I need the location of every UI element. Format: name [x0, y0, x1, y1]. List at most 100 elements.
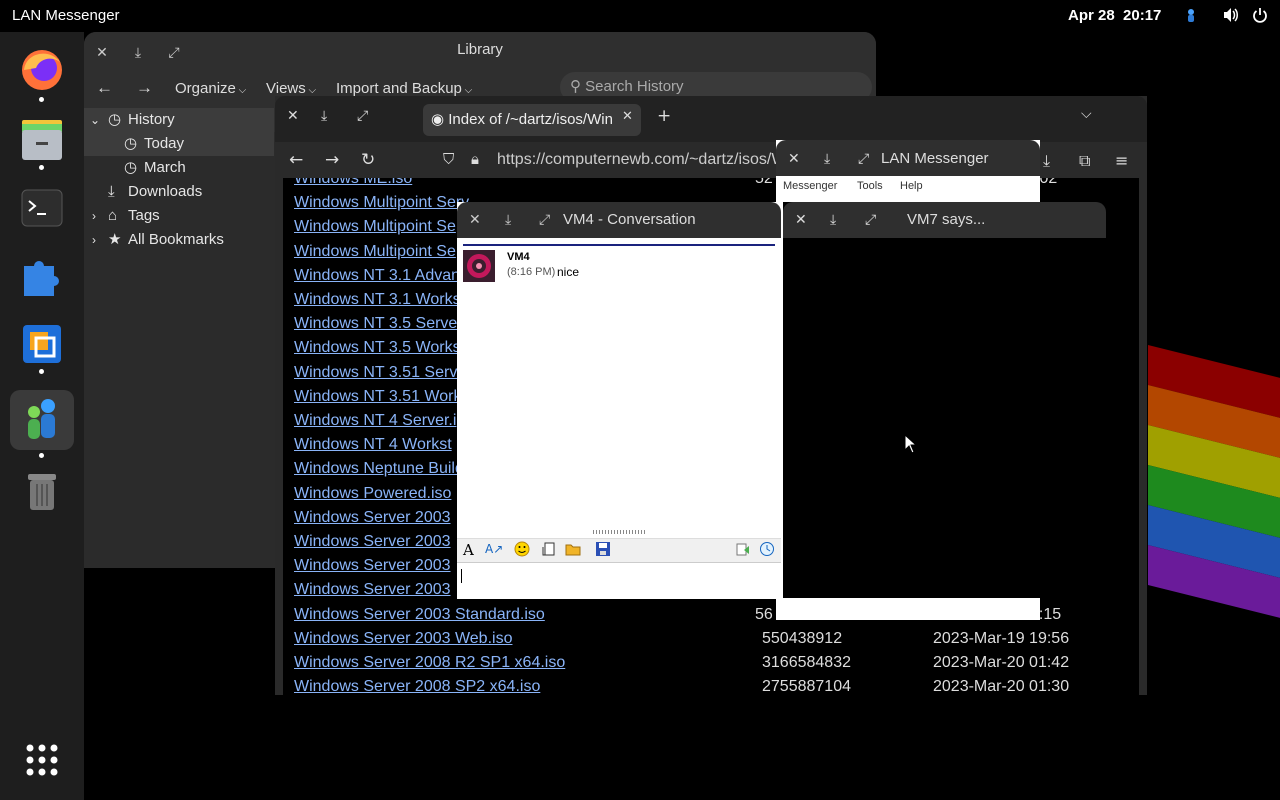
save-icon[interactable]: [595, 541, 611, 561]
app-grid-icon[interactable]: [10, 732, 74, 792]
volume-icon[interactable]: [1222, 7, 1240, 27]
forward-button[interactable]: →: [325, 150, 339, 170]
file-link[interactable]: Windows Neptune Build: [294, 460, 464, 478]
maximize-button[interactable]: ⤢: [865, 211, 876, 228]
maximize-button[interactable]: ⤢: [357, 108, 368, 124]
file-link[interactable]: Windows Server 2003: [294, 533, 451, 551]
clock-icon: ◷: [124, 135, 138, 152]
file-link[interactable]: Windows NT 3.5 Serve: [294, 315, 457, 333]
minimize-button[interactable]: ⤓: [321, 108, 327, 124]
file-link[interactable]: Windows Server 2008 R2 SP1 x64.iso: [294, 654, 565, 672]
file-link[interactable]: Windows NT 3.51 Serv: [294, 364, 457, 382]
tree-item-history[interactable]: ⌄ ◷ History: [84, 108, 274, 132]
virtualbox-icon[interactable]: [10, 314, 74, 374]
trash-icon[interactable]: [10, 462, 74, 522]
table-row: Windows Server 2008 R2 SP1 x64.iso 316658…: [283, 654, 1139, 678]
power-icon[interactable]: [1252, 7, 1268, 27]
file-date: 2023-Mar-19 19:56: [933, 629, 1070, 647]
message: VM4 (8:16 PM) nice: [463, 250, 775, 286]
close-button[interactable]: ✕: [788, 150, 800, 167]
tree-item-downloads[interactable]: ⤓ Downloads: [84, 180, 274, 204]
minimize-button[interactable]: ⤓: [824, 150, 830, 167]
close-button[interactable]: ✕: [795, 211, 807, 228]
extensions-button[interactable]: ⧉: [1079, 151, 1090, 171]
back-button[interactable]: ←: [289, 150, 303, 170]
menu-button[interactable]: ≡: [1115, 151, 1128, 170]
forward-button[interactable]: →: [136, 78, 153, 98]
tree-item-tags[interactable]: › ⌂ Tags: [84, 204, 274, 228]
tab-list-button[interactable]: ⌵: [1081, 106, 1092, 122]
extensions-icon[interactable]: [10, 246, 74, 306]
file-link[interactable]: Windows Server 2003 Web.iso: [294, 630, 512, 648]
file-link[interactable]: Windows Server 2003: [294, 509, 451, 527]
menu-help[interactable]: Help: [900, 180, 923, 192]
menu-tools[interactable]: Tools: [857, 180, 883, 192]
clock[interactable]: Apr 28 20:17: [1068, 7, 1161, 24]
file-link[interactable]: Windows NT 4 Server.i: [294, 412, 456, 430]
organize-menu[interactable]: Organize ⌵: [175, 80, 246, 97]
file-link[interactable]: Windows NT 4 Workst: [294, 436, 452, 454]
chevron-right-icon: ›: [92, 233, 96, 247]
file-link[interactable]: Windows Powered.iso: [294, 485, 451, 503]
font-color-icon[interactable]: A↗: [485, 542, 503, 556]
minimize-button[interactable]: ⤓: [505, 211, 511, 228]
maximize-button[interactable]: ⤢: [539, 211, 550, 228]
history-icon[interactable]: [759, 541, 775, 561]
lock-icon[interactable]: 🔒︎: [471, 150, 479, 168]
file-link[interactable]: Windows NT 3.1 Advan: [294, 267, 460, 285]
file-link[interactable]: Windows Multipoint Se: [294, 243, 456, 261]
chevron-down-icon: ⌄: [90, 113, 101, 127]
file-size: 550438912: [762, 629, 843, 647]
shield-icon[interactable]: ⛉: [443, 150, 454, 168]
send-file-icon[interactable]: [541, 541, 557, 561]
broadcast-icon[interactable]: [735, 541, 751, 561]
time: 20:17: [1123, 7, 1162, 24]
url-bar[interactable]: https://computernewb.com/~dartz/isos/W: [497, 151, 786, 169]
terminal-icon[interactable]: [10, 178, 74, 238]
file-link[interactable]: Windows Multipoint Se: [294, 218, 456, 236]
reload-button[interactable]: ↻: [361, 150, 375, 170]
active-app-name[interactable]: LAN Messenger: [12, 7, 120, 24]
window-title: Library: [457, 41, 503, 58]
minimize-button[interactable]: ⤓: [830, 211, 836, 228]
file-date: 2023-Mar-20 01:42: [933, 654, 1070, 671]
divider: [463, 244, 775, 246]
file-link[interactable]: Windows Server 2003 Standard.iso: [294, 606, 545, 624]
file-link[interactable]: Windows ME.iso: [294, 178, 412, 188]
file-link[interactable]: Windows NT 3.5 Works: [294, 339, 461, 357]
file-link[interactable]: Windows Server 2003: [294, 557, 451, 575]
splitter-handle[interactable]: [593, 530, 647, 534]
file-link[interactable]: Windows NT 3.51 Work: [294, 388, 461, 406]
downloads-button[interactable]: ⤓: [1043, 151, 1050, 171]
menu-messenger[interactable]: Messenger: [783, 180, 837, 192]
avatar: [463, 250, 495, 282]
close-button[interactable]: ✕: [469, 211, 481, 228]
chevron-right-icon: ›: [92, 209, 96, 223]
lan-messenger-icon[interactable]: [10, 390, 74, 450]
tab-active[interactable]: ◉ Index of /~dartz/isos/Win: [423, 104, 641, 136]
send-folder-icon[interactable]: [565, 541, 581, 561]
file-size: 3166584832: [762, 654, 851, 671]
import-backup-menu[interactable]: Import and Backup ⌵: [336, 80, 472, 97]
message-input[interactable]: [457, 562, 781, 599]
close-button[interactable]: ✕: [287, 108, 299, 124]
tab-close-icon[interactable]: ✕: [622, 109, 633, 124]
firefox-icon[interactable]: [10, 40, 74, 100]
tree-item-march[interactable]: ◷ March: [84, 156, 274, 180]
tree-item-today[interactable]: ◷ Today: [84, 132, 274, 156]
tray-app-icon[interactable]: [1184, 7, 1198, 27]
new-tab-button[interactable]: +: [657, 106, 671, 126]
emoticon-icon[interactable]: [514, 541, 530, 561]
mouse-pointer-icon: [904, 433, 918, 458]
file-link[interactable]: Windows Multipoint Serv: [294, 194, 469, 212]
files-icon[interactable]: [10, 110, 74, 170]
views-menu[interactable]: Views ⌵: [266, 80, 316, 97]
file-link[interactable]: Windows Server 2008 SP2 x64.iso: [294, 678, 540, 695]
maximize-button[interactable]: ⤢: [858, 150, 869, 167]
file-link[interactable]: Windows NT 3.1 Works: [294, 291, 461, 309]
font-icon[interactable]: A: [463, 541, 474, 559]
table-row: Windows Server 2008 SP2 x64.iso 275588710…: [283, 678, 1139, 695]
tree-item-all-bookmarks[interactable]: › ★ All Bookmarks: [84, 228, 274, 252]
file-link[interactable]: Windows Server 2003: [294, 581, 451, 599]
back-button[interactable]: ←: [96, 78, 113, 98]
